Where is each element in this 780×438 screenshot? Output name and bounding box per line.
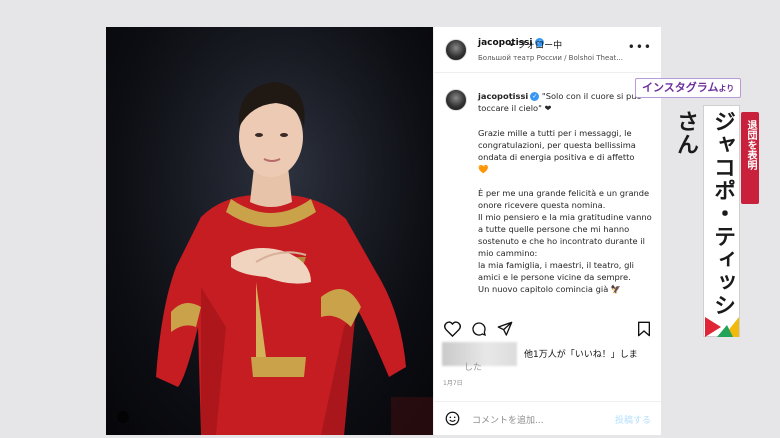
send-icon[interactable] [497, 321, 513, 337]
post-sidebar: jacopotissi ✓ • フォロー中 Большой театр Росси… [433, 27, 661, 435]
verified-icon: ✓ [530, 92, 540, 101]
comment-input[interactable]: コメントを追加... [472, 413, 544, 426]
caption-body: Grazie mille a tutti per i messaggi, le … [478, 127, 656, 295]
caption-username[interactable]: jacopotissi [478, 91, 528, 101]
heart-icon[interactable] [444, 321, 461, 337]
vertical-sub: 退団を表明 [745, 120, 756, 170]
action-bar [434, 317, 661, 341]
likes-count[interactable]: 他1万人が「いいね！」しま [524, 347, 638, 360]
location-link[interactable]: Большой театр России / Bolshoi Theat... [478, 54, 623, 62]
vertical-title: ジャコポ・ティッシさん [673, 110, 735, 317]
instagram-post: jacopotissi ✓ • フォロー中 Большой театр Росси… [106, 27, 661, 435]
source-badge-text: インスタグラム [642, 81, 719, 94]
post-comment-button[interactable]: 投稿する [615, 413, 651, 426]
caption-line: Grazie mille a tutti per i messaggi, le … [478, 128, 636, 162]
caption-avatar[interactable] [445, 89, 467, 111]
comment-icon[interactable] [471, 321, 487, 337]
comment-bar: コメントを追加... 投稿する [434, 401, 661, 435]
more-horizontal-icon[interactable]: ••• [628, 40, 652, 54]
caption-line: la mia famiglia, i maestri, il teatro, g… [478, 260, 634, 282]
post-header: jacopotissi ✓ • フォロー中 Большой театр Росси… [434, 27, 661, 73]
likes-count-cont: した [464, 363, 483, 373]
bookmark-icon[interactable] [637, 321, 651, 337]
caption-intro: jacopotissi ✓ "Solo con il cuore si può t… [478, 90, 656, 114]
post-date[interactable]: 1月7日 [443, 378, 463, 387]
post-photo[interactable] [106, 27, 433, 435]
follow-status[interactable]: • フォロー中 [509, 38, 562, 51]
broadcaster-logo-icon [705, 317, 739, 337]
caption-line: 🧡 [478, 164, 489, 174]
caption-line: È per me una grande felicità e un grande… [478, 188, 650, 210]
source-badge: インスタグラムより [635, 78, 742, 98]
source-badge-suffix: より [718, 84, 735, 93]
sub-caption-box: 退団を表明 [741, 112, 759, 204]
dancer-illustration [106, 27, 433, 435]
name-caption-box: ジャコポ・ティッシさん [673, 105, 740, 337]
user-tag-icon[interactable] [117, 411, 129, 423]
caption-line: Il mio pensiero e la mia gratitudine van… [478, 212, 652, 258]
caption-line: Un nuovo capitolo comincia già 🦅 [478, 284, 622, 294]
avatar[interactable] [445, 39, 467, 61]
emoji-icon[interactable] [445, 411, 460, 426]
